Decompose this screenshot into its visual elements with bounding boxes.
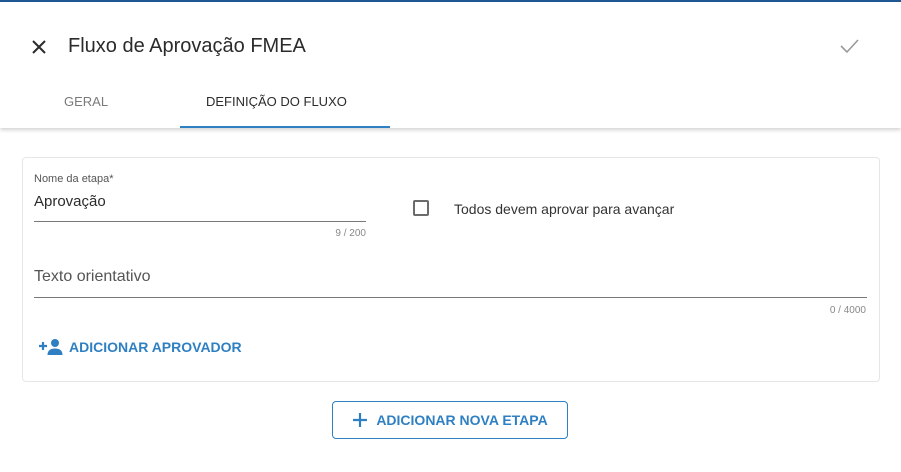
step-name-counter: 9 / 200 [335, 228, 366, 239]
add-new-step-label: ADICIONAR NOVA ETAPA [376, 412, 548, 428]
guidance-text-underline [34, 297, 867, 298]
add-new-step-button[interactable]: ADICIONAR NOVA ETAPA [332, 401, 568, 439]
all-must-approve-checkbox[interactable] [413, 200, 429, 216]
all-must-approve-label[interactable]: Todos devem aprovar para avançar [454, 201, 674, 217]
step-name-underline [34, 221, 366, 222]
step-name-label: Nome da etapa* [34, 173, 114, 185]
guidance-text-counter: 0 / 4000 [829, 305, 866, 316]
close-button[interactable] [28, 36, 50, 58]
plus-icon [353, 413, 368, 427]
close-icon [32, 40, 46, 54]
confirm-button[interactable] [838, 36, 862, 58]
dialog-title: Fluxo de Aprovação FMEA [68, 35, 306, 57]
add-approver-button[interactable]: ADICIONAR APROVADOR [38, 336, 242, 358]
check-icon [840, 39, 859, 54]
tab-general[interactable]: GERAL [64, 94, 108, 109]
step-name-input[interactable]: Aprovação [34, 193, 106, 210]
active-tab-indicator [180, 126, 390, 128]
add-person-icon [39, 339, 63, 355]
guidance-text-input[interactable]: Texto orientativo [34, 268, 151, 286]
tab-flow-definition[interactable]: DEFINIÇÃO DO FLUXO [206, 94, 347, 109]
dialog-header: Fluxo de Aprovação FMEA GERAL DEFINIÇÃO … [0, 2, 901, 128]
add-approver-label: ADICIONAR APROVADOR [69, 339, 242, 355]
